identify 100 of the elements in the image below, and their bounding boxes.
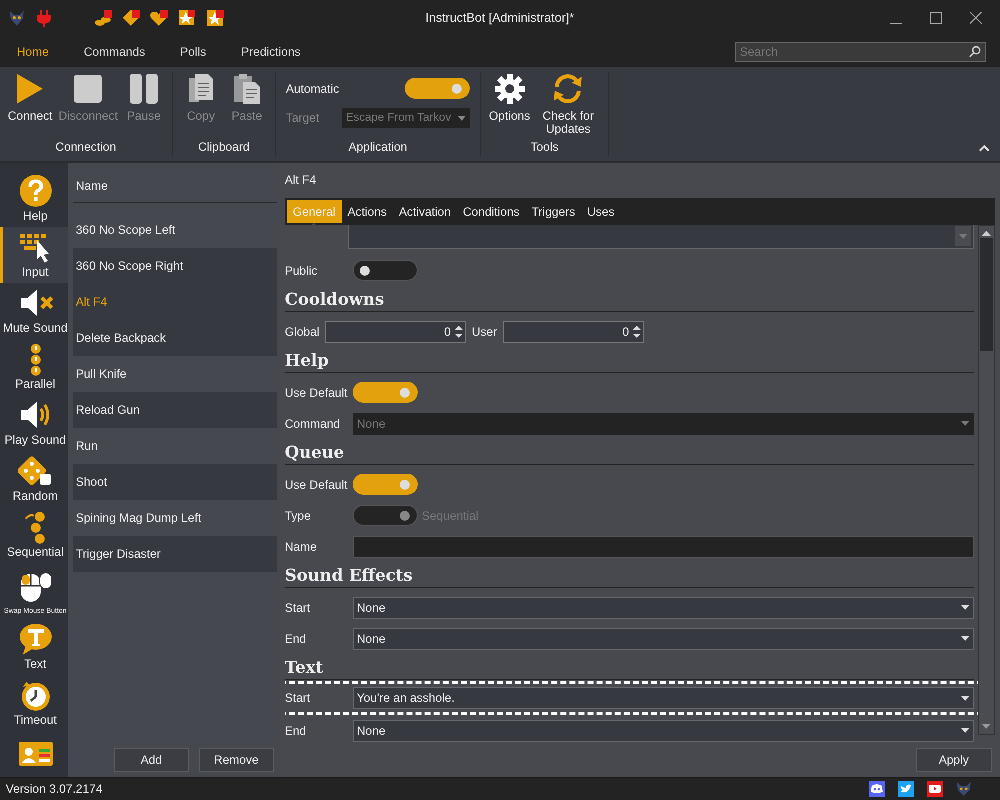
- field-label: Name: [285, 540, 318, 554]
- caret-icon: [961, 636, 970, 641]
- version-text: Version 3.07.2174: [6, 782, 103, 796]
- field-label: Start: [285, 600, 312, 614]
- bird-icon[interactable]: [898, 781, 914, 797]
- sidebar-item[interactable]: Input: [0, 227, 68, 283]
- section-heading: Help: [285, 350, 329, 370]
- tag-icon[interactable]: [122, 9, 140, 27]
- play-button-icon[interactable]: [927, 781, 943, 797]
- command-item[interactable]: Delete Backpack: [73, 320, 277, 356]
- window-title: InstructBot [Administrator]*: [426, 11, 574, 25]
- tab[interactable]: Uses: [581, 200, 621, 223]
- field-label: Global: [285, 324, 321, 338]
- toggle-switch[interactable]: [353, 260, 418, 281]
- menu-tab[interactable]: Predictions: [241, 44, 301, 58]
- sidebar-item[interactable]: Play Sound: [0, 395, 68, 451]
- caret-icon: [958, 234, 968, 238]
- field-label: Use Default: [285, 478, 349, 492]
- command-title: Alt F4: [285, 173, 318, 189]
- tab[interactable]: Conditions: [457, 200, 526, 223]
- sidebar-item[interactable]: Text: [0, 619, 68, 675]
- plug-icon[interactable]: [36, 9, 52, 27]
- number-field[interactable]: 0: [503, 320, 644, 342]
- caret-icon: [961, 605, 970, 610]
- sidebar-item[interactable]: Mute Sound: [0, 283, 68, 339]
- tab[interactable]: Triggers: [526, 200, 582, 223]
- menu-tab[interactable]: Home: [17, 44, 50, 58]
- field-label: Target: [286, 111, 320, 125]
- search-field[interactable]: Search: [735, 42, 986, 62]
- sidebar-item[interactable]: Help: [0, 171, 68, 227]
- group-label: Application: [348, 140, 408, 156]
- remove-button[interactable]: Remove: [199, 748, 274, 772]
- coins-icon[interactable]: [94, 9, 112, 27]
- alert-stack-icon: [30, 342, 42, 377]
- ribbon-button[interactable]: Check for Updates: [534, 72, 602, 140]
- caret-icon: [961, 728, 970, 733]
- command-item[interactable]: Run: [73, 428, 277, 464]
- command-item[interactable]: 360 No Scope Right: [73, 248, 277, 284]
- command-item[interactable]: Shoot: [73, 464, 277, 500]
- ribbon-button[interactable]: Options: [487, 72, 532, 140]
- settings-icon: [492, 72, 527, 106]
- field-label: Type: [285, 508, 312, 522]
- sidebar-item[interactable]: Random: [0, 451, 68, 507]
- add-button[interactable]: Add: [114, 748, 189, 772]
- caret-icon: [458, 116, 466, 120]
- number-field[interactable]: 0: [325, 320, 466, 342]
- scroll-down-icon[interactable]: [982, 724, 991, 729]
- field-label: End: [285, 632, 308, 646]
- menu-tab[interactable]: Polls: [180, 44, 206, 58]
- star-icon[interactable]: [178, 9, 196, 27]
- mask-logo-icon[interactable]: [956, 781, 972, 797]
- field-label: User: [471, 324, 498, 338]
- close-icon[interactable]: [970, 12, 982, 24]
- section-heading: Text: [285, 657, 324, 677]
- dropdown[interactable]: None: [353, 596, 974, 618]
- scrollbar[interactable]: [978, 225, 995, 735]
- text-bubble-icon: [18, 622, 54, 657]
- sidebar-item[interactable]: Sequential: [0, 507, 68, 563]
- section-heading: Sound Effects: [285, 565, 413, 585]
- apply-button[interactable]: Apply: [916, 748, 992, 772]
- toggle-label: Automatic: [286, 82, 340, 96]
- toggle-switch[interactable]: [405, 78, 470, 99]
- command-item[interactable]: Pull Knife: [73, 356, 277, 392]
- command-item[interactable]: Spining Mag Dump Left: [73, 500, 277, 536]
- menu-tab[interactable]: Commands: [84, 44, 146, 58]
- field-label: Command: [285, 416, 342, 430]
- spinner-arrows-icon: [455, 324, 463, 338]
- command-item[interactable]: 360 No Scope Left: [73, 212, 277, 248]
- command-item[interactable]: Alt F4: [73, 284, 277, 320]
- collapse-icon[interactable]: [979, 145, 990, 152]
- sidebar-item[interactable]: Timeout: [0, 675, 68, 731]
- dropdown[interactable]: None: [353, 628, 974, 650]
- section-heading: Queue: [285, 442, 344, 462]
- toggle-switch[interactable]: [353, 382, 418, 403]
- command-item[interactable]: Reload Gun: [73, 392, 277, 428]
- dropdown[interactable]: You're an asshole.: [353, 687, 974, 709]
- tab[interactable]: Actions: [342, 200, 394, 223]
- toggle-switch[interactable]: [353, 474, 418, 495]
- text-field[interactable]: [353, 536, 974, 558]
- mask-logo-icon[interactable]: [8, 9, 26, 27]
- scroll-thumb[interactable]: [980, 238, 993, 351]
- group-label: Connection: [54, 140, 118, 156]
- sidebar-item[interactable]: Parallel: [0, 339, 68, 395]
- alert-chain-icon: [25, 510, 46, 545]
- maximize-icon[interactable]: [930, 12, 942, 24]
- heart-icon[interactable]: [150, 9, 168, 27]
- tab[interactable]: Activation: [393, 200, 458, 223]
- group-label: Tools: [530, 140, 560, 156]
- help-icon: [18, 174, 54, 209]
- field-label: End: [285, 724, 308, 738]
- field-label: Public: [285, 264, 319, 278]
- field-label: Use Default: [285, 386, 349, 400]
- dropdown[interactable]: None: [353, 720, 974, 742]
- text-field[interactable]: [348, 225, 974, 249]
- scroll-up-icon[interactable]: [982, 231, 991, 236]
- star-icon[interactable]: [206, 9, 224, 27]
- caret-icon: [961, 421, 970, 426]
- ribbon-button[interactable]: Connect: [6, 72, 55, 140]
- command-item[interactable]: Trigger Disaster: [73, 536, 277, 572]
- chat-controller-icon[interactable]: [869, 781, 885, 797]
